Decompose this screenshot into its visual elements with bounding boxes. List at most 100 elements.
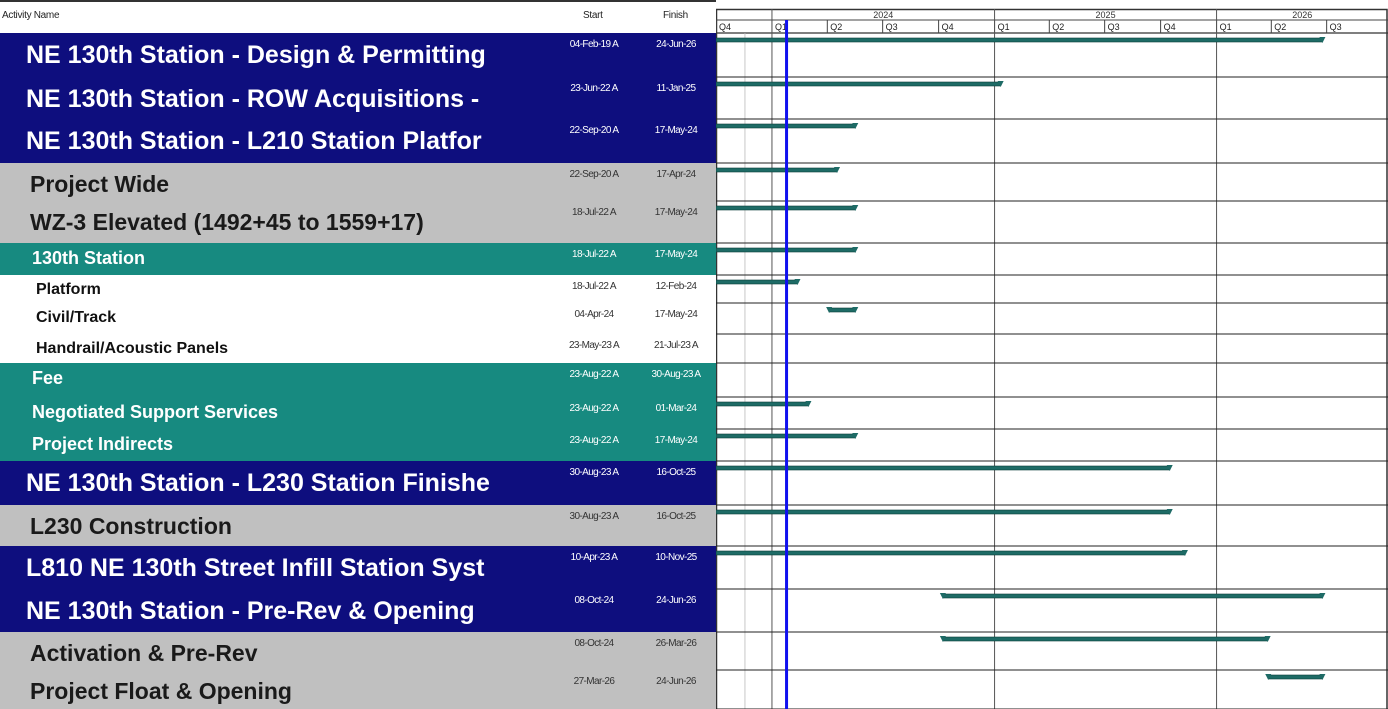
table-row[interactable]: Fee 23-Aug-22 A 30-Aug-23 A bbox=[0, 363, 716, 397]
activity-name: NE 130th Station - L230 Station Finishe bbox=[26, 469, 490, 497]
start-date: 23-Aug-22 A bbox=[569, 369, 620, 380]
start-date: 04-Feb-19 A bbox=[569, 39, 619, 50]
quarter-label: Q2 bbox=[1274, 22, 1286, 32]
year-label: 2025 bbox=[1096, 10, 1116, 20]
start-date: 22-Sep-20 A bbox=[569, 125, 620, 136]
gantt-bar bbox=[716, 37, 1323, 43]
start-date: 30-Aug-23 A bbox=[569, 467, 620, 478]
table-row[interactable]: Project Float & Opening 27-Mar-26 24-Jun-2… bbox=[0, 670, 716, 709]
quarter-label: Q3 bbox=[886, 22, 898, 32]
table-row[interactable]: NE 130th Station - ROW Acquisitions - 23-… bbox=[0, 77, 716, 119]
column-header-finish[interactable]: Finish bbox=[663, 10, 688, 21]
finish-date: 17-May-24 bbox=[654, 207, 698, 218]
gantt-schedule: Activity Name Start Finish NE 130th Stat… bbox=[0, 0, 1388, 709]
quarter-label: Q4 bbox=[719, 22, 731, 32]
finish-date: 24-Jun-26 bbox=[656, 676, 696, 687]
activity-name: Project Indirects bbox=[32, 434, 174, 454]
finish-date: 30-Aug-23 A bbox=[651, 369, 702, 380]
table-row[interactable]: Platform 18-Jul-22 A 12-Feb-24 bbox=[0, 275, 716, 303]
activity-name: 130th Station bbox=[32, 248, 146, 268]
gantt-bar bbox=[716, 167, 838, 173]
start-date: 23-Jun-22 A bbox=[570, 83, 618, 94]
table-row[interactable]: L230 Construction 30-Aug-23 A 16-Oct-25 bbox=[0, 505, 716, 546]
activity-name: Project Float & Opening bbox=[30, 678, 292, 704]
quarter-label: Q4 bbox=[1164, 22, 1176, 32]
finish-date: 26-Mar-26 bbox=[655, 638, 697, 649]
activity-name: Handrail/Acoustic Panels bbox=[36, 340, 229, 357]
start-date: 23-Aug-22 A bbox=[569, 403, 620, 414]
finish-date: 17-May-24 bbox=[654, 435, 698, 446]
activity-name: Activation & Pre-Rev bbox=[30, 640, 258, 666]
finish-date: 01-Mar-24 bbox=[655, 403, 697, 414]
table-row[interactable]: WZ-3 Elevated (1492+45 to 1559+17) 18-Jul… bbox=[0, 201, 716, 243]
quarter-label: Q2 bbox=[830, 22, 842, 32]
start-date: 04-Apr-24 bbox=[574, 309, 614, 320]
finish-date: 12-Feb-24 bbox=[655, 281, 697, 292]
finish-date: 17-May-24 bbox=[654, 125, 698, 136]
table-row[interactable]: Project Indirects 23-Aug-22 A 17-May-24 bbox=[0, 429, 716, 461]
start-date: 23-Aug-22 A bbox=[569, 435, 620, 446]
table-row[interactable]: NE 130th Station - Pre-Rev & Opening 08-O… bbox=[0, 589, 716, 632]
finish-date: 24-Jun-26 bbox=[656, 39, 696, 50]
year-label: 2024 bbox=[873, 10, 893, 20]
column-header-start[interactable]: Start bbox=[583, 10, 603, 21]
activity-name: Fee bbox=[32, 368, 64, 388]
start-date: 22-Sep-20 A bbox=[569, 169, 620, 180]
year-label: 2026 bbox=[1292, 10, 1312, 20]
finish-date: 24-Jun-26 bbox=[656, 595, 696, 606]
activity-name: NE 130th Station - Pre-Rev & Opening bbox=[26, 597, 475, 625]
timeline-frame bbox=[716, 8, 1388, 709]
start-date: 08-Oct-24 bbox=[574, 638, 614, 649]
start-date: 18-Jul-22 A bbox=[572, 207, 617, 218]
quarter-label: Q2 bbox=[1052, 22, 1064, 32]
activity-name: NE 130th Station - ROW Acquisitions - bbox=[26, 85, 480, 113]
gantt-chart: Q4 Q1 Q2 Q3 Q4 Q1 Q2 Q3 Q4 Q1 Q2 Q32024 2025 2026 bbox=[716, 8, 1388, 709]
quarter-label: Q3 bbox=[1330, 22, 1342, 32]
quarter-label: Q1 bbox=[998, 22, 1010, 32]
table-row[interactable]: Project Wide 22-Sep-20 A 17-Apr-24 bbox=[0, 163, 716, 201]
finish-date: 17-May-24 bbox=[654, 309, 698, 320]
column-header-activity-name[interactable]: Activity Name bbox=[2, 10, 60, 21]
finish-date: 16-Oct-25 bbox=[656, 511, 696, 522]
start-date: 18-Jul-22 A bbox=[572, 249, 617, 260]
gantt-bar bbox=[716, 509, 1171, 515]
table-row[interactable]: NE 130th Station - L210 Station Platfor 2… bbox=[0, 119, 716, 163]
gantt-bar bbox=[716, 465, 1171, 471]
start-date: 08-Oct-24 bbox=[574, 595, 614, 606]
activity-name: WZ-3 Elevated (1492+45 to 1559+17) bbox=[30, 209, 424, 235]
finish-date: 10-Nov-25 bbox=[655, 552, 697, 563]
quarter-label: Q1 bbox=[1220, 22, 1232, 32]
finish-date: 17-May-24 bbox=[654, 249, 698, 260]
activity-name: Platform bbox=[36, 281, 101, 298]
gantt-bar bbox=[942, 593, 1323, 599]
activity-name: L810 NE 130th Street Infill Station Syst bbox=[26, 554, 485, 582]
activity-name: L230 Construction bbox=[30, 513, 232, 539]
table-row[interactable]: Civil/Track 04-Apr-24 17-May-24 bbox=[0, 303, 716, 334]
activity-name: Negotiated Support Services bbox=[32, 402, 279, 422]
finish-date: 21-Jul-23 A bbox=[654, 340, 699, 351]
finish-date: 11-Jan-25 bbox=[656, 83, 696, 94]
gantt-bar bbox=[942, 636, 1268, 642]
start-date: 23-May-23 A bbox=[568, 340, 620, 351]
finish-date: 17-Apr-24 bbox=[656, 169, 696, 180]
table-row[interactable]: L810 NE 130th Street Infill Station Syst… bbox=[0, 546, 716, 589]
quarter-label: Q4 bbox=[942, 22, 954, 32]
activity-name: Civil/Track bbox=[36, 309, 117, 326]
start-date: 18-Jul-22 A bbox=[572, 281, 617, 292]
table-row[interactable]: Negotiated Support Services 23-Aug-22 A 01… bbox=[0, 397, 716, 429]
table-header: Activity Name Start Finish bbox=[0, 0, 716, 33]
start-date: 27-Mar-26 bbox=[573, 676, 615, 687]
activity-name: Project Wide bbox=[30, 171, 170, 197]
gantt-bar bbox=[716, 401, 809, 407]
finish-date: 16-Oct-25 bbox=[656, 467, 696, 478]
table-row[interactable]: Handrail/Acoustic Panels 23-May-23 A 21-Ju… bbox=[0, 334, 716, 363]
table-row[interactable]: Activation & Pre-Rev 08-Oct-24 26-Mar-26 bbox=[0, 632, 716, 670]
table-row[interactable]: NE 130th Station - L230 Station Finishe 3… bbox=[0, 461, 716, 505]
gantt-bar bbox=[716, 81, 1001, 87]
table-row[interactable]: 130th Station 18-Jul-22 A 17-May-24 bbox=[0, 243, 716, 275]
gantt-bar bbox=[1267, 674, 1323, 680]
start-date: 30-Aug-23 A bbox=[569, 511, 620, 522]
activity-name: NE 130th Station - Design & Permitting bbox=[26, 41, 486, 69]
table-row[interactable]: NE 130th Station - Design & Permitting 04… bbox=[0, 33, 716, 77]
activity-name: NE 130th Station - L210 Station Platfor bbox=[26, 127, 482, 155]
